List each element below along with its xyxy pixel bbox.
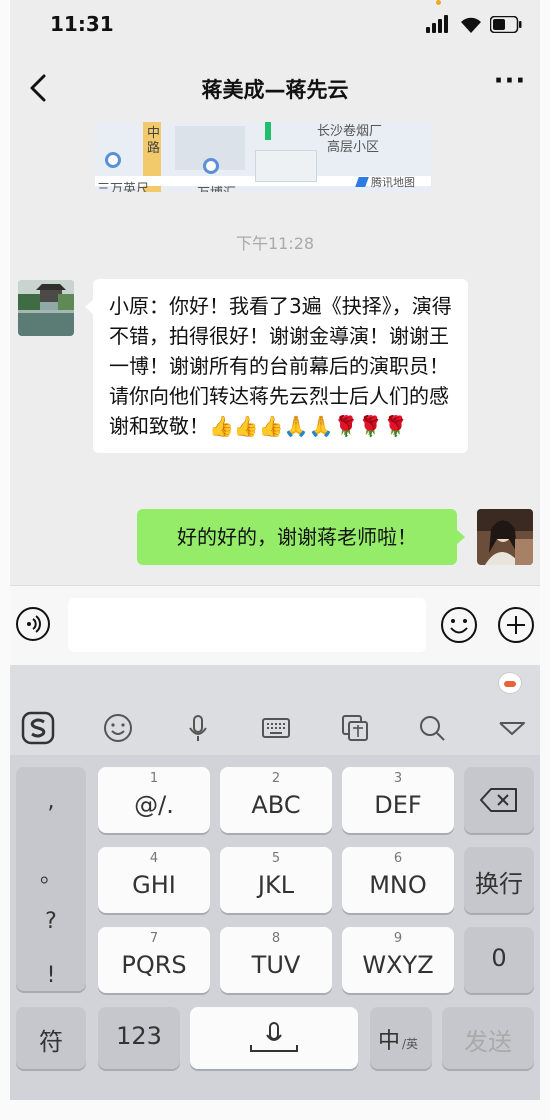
location-map-card[interactable]: 中路 长沙卷烟厂 高层小区 三万英尺 万博汇 腾讯地图 [95,122,431,192]
punct-comma-key[interactable]: , [16,789,86,814]
key-letters: WXYZ [362,951,434,979]
chat-header: 蒋美成—蒋先云 ··· [10,52,540,122]
contact-avatar[interactable] [18,280,74,336]
language-sub-label: /英 [402,1037,419,1051]
more-options-button[interactable]: ··· [490,68,530,102]
key-0[interactable]: 0 [464,927,534,993]
key-letters: DEF [374,791,422,819]
key-number: 9 [393,931,403,946]
ime-mascot-icon[interactable] [498,672,522,694]
mic-indicator-dot [436,0,441,5]
ime-suggestion-strip [10,665,540,700]
punct-exclaim-key[interactable]: ! [16,963,86,988]
newline-label: 换行 [475,870,523,898]
battery-icon [490,16,522,33]
map-location-pin-icon [265,122,271,140]
map-provider-icon [355,177,369,187]
symbols-label: 符 [39,1028,63,1056]
key-9[interactable]: 9 WXYZ [342,927,454,993]
sent-message-bubble[interactable]: 好的好的，谢谢蒋老师啦！ [137,509,465,565]
send-key[interactable]: 发送 [442,1007,534,1069]
ime-voice-icon[interactable] [180,710,216,746]
map-label: 三万英尺 [97,182,150,192]
key-3[interactable]: 3 DEF [342,767,454,833]
received-message-bubble[interactable]: 小原：你好！我看了3遍《抉择》，演得不错，拍得很好！谢谢金導演！谢谢王一博！谢谢… [85,279,468,453]
key-number: 3 [393,771,403,786]
message-timestamp: 下午11:28 [235,234,315,253]
user-avatar[interactable] [477,509,533,565]
backspace-icon [480,788,517,812]
key-letters: ABC [251,791,301,819]
t9-keyboard: , 。 ? ! 1 @/. 2 ABC 3 DEF 4 GHI 5 JKL 6 … [10,755,540,1100]
key-number: 7 [149,931,159,946]
map-poi-icon [203,158,219,174]
key-letters: @/. [134,791,174,819]
ime-emoji-icon[interactable] [100,710,136,746]
language-switch-key[interactable]: 中 /英 [370,1007,432,1069]
chat-title: 蒋美成—蒋先云 [201,78,349,102]
emoji-icon[interactable] [440,606,478,644]
map-provider-label: 腾讯地图 [371,176,415,189]
punct-period-key[interactable]: 。 [16,857,86,889]
key-number: 4 [149,851,159,866]
key-number: 8 [271,931,281,946]
space-voice-icon [250,1022,298,1052]
status-bar: 11:31 [10,0,540,52]
map-poi-icon [105,152,121,168]
key-6[interactable]: 6 MNO [342,847,454,913]
key-letters: GHI [132,871,176,899]
key-1[interactable]: 1 @/. [98,767,210,833]
key-number: 6 [393,851,403,866]
language-label: 中 [378,1029,401,1054]
backspace-key[interactable] [464,767,534,833]
key-4[interactable]: 4 GHI [98,847,210,913]
map-provider-logo: 腾讯地图 [355,174,415,190]
key-number: 5 [271,851,281,866]
phone-screen: 11:31 蒋美成—蒋先云 ··· 中路 长沙卷烟厂 高层小区 三万英尺 腾讯地… [10,0,540,1100]
map-label: 万博汇 [197,182,236,192]
map-road-label: 中路 [147,126,161,156]
symbols-key[interactable]: 符 [16,1007,86,1069]
key-number: 2 [271,771,281,786]
send-label: 发送 [464,1028,512,1056]
voice-input-icon[interactable] [15,606,51,642]
add-attachment-icon[interactable] [497,606,535,644]
punctuation-column[interactable]: , 。 ? ! [16,767,86,991]
key-5[interactable]: 5 JKL [220,847,332,913]
wifi-icon [461,17,481,33]
sogou-logo-icon[interactable] [20,710,56,746]
message-input-bar [10,585,540,666]
status-time: 11:31 [50,12,114,36]
punct-question-key[interactable]: ? [16,909,86,934]
cellular-signal-icon [426,15,452,33]
map-label: 高层小区 [327,140,380,155]
key-2[interactable]: 2 ABC [220,767,332,833]
key-number: 1 [149,771,159,786]
translate-icon[interactable] [337,710,373,746]
numbers-key[interactable]: 123 [98,1007,180,1069]
keyboard-layout-icon[interactable] [258,710,294,746]
key-7[interactable]: 7 PQRS [98,927,210,993]
key-letters: JKL [257,871,295,899]
key-letters: PQRS [121,951,187,979]
numbers-label: 123 [116,1022,162,1050]
newline-key[interactable]: 换行 [464,847,534,913]
key-letters: TUV [251,951,301,979]
key-letters: MNO [369,871,427,899]
ime-search-icon[interactable] [414,710,450,746]
zero-label: 0 [491,944,507,972]
space-key[interactable] [190,1007,358,1069]
key-8[interactable]: 8 TUV [220,927,332,993]
collapse-keyboard-icon[interactable] [494,710,530,746]
map-block [255,150,317,182]
message-text-field[interactable] [68,598,426,652]
ime-toolbar [10,700,540,755]
